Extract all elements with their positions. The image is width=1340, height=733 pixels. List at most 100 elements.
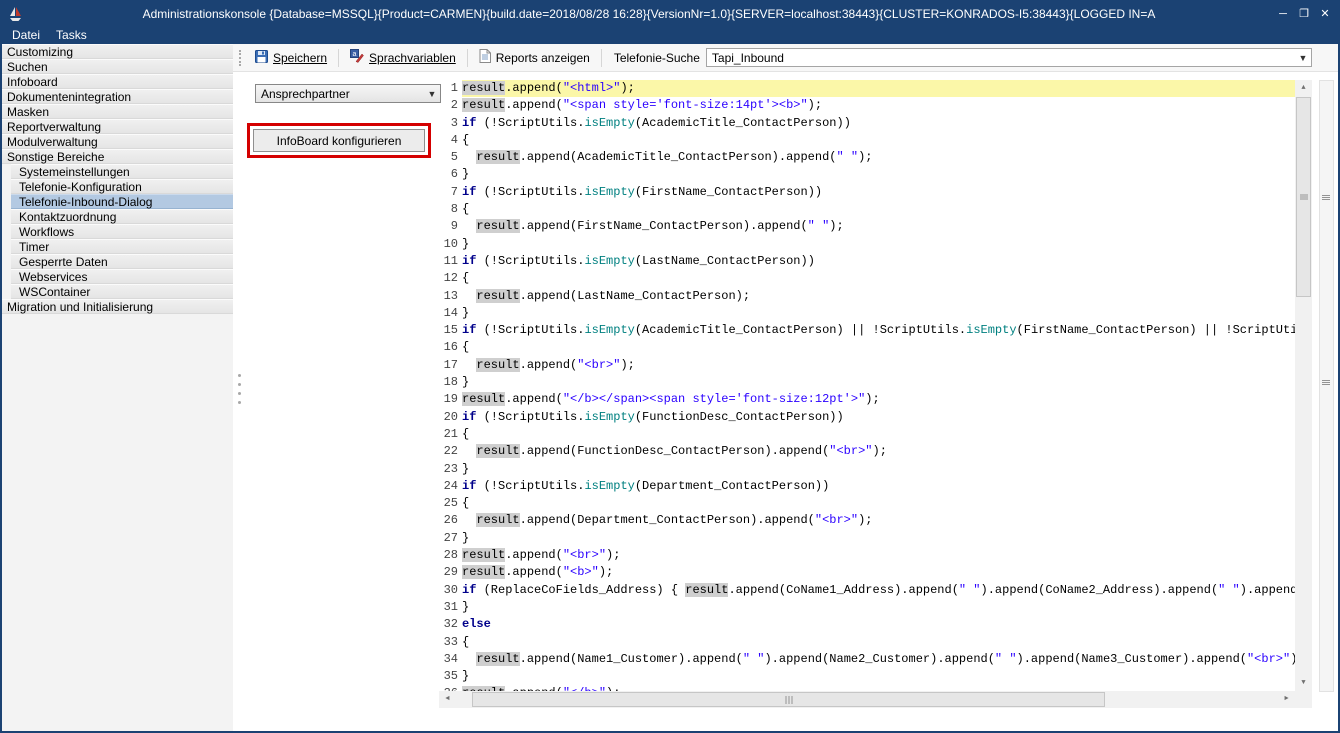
sidebar-item-systemeinstellungen[interactable]: Systemeinstellungen [11, 164, 233, 179]
code-line-35[interactable]: } [462, 668, 1295, 685]
sidebar-item-wscontainer[interactable]: WSContainer [11, 284, 233, 299]
line-number: 34 [439, 651, 458, 668]
code-line-32[interactable]: else [462, 616, 1295, 633]
code-line-10[interactable]: } [462, 236, 1295, 253]
toolbar-separator [601, 49, 602, 67]
vertical-scrollbar-thumb[interactable] [1296, 97, 1311, 297]
code-line-30[interactable]: if (ReplaceCoFields_Address) { result.ap… [462, 582, 1295, 599]
telefonie-suche-label: Telefonie-Suche [614, 51, 700, 65]
ansprechpartner-combobox[interactable]: Ansprechpartner ▼ [255, 84, 441, 103]
chevron-down-icon[interactable]: ▼ [1295, 53, 1311, 63]
code-line-19[interactable]: result.append("</b></span><span style='f… [462, 391, 1295, 408]
splitter-handle[interactable] [237, 374, 242, 412]
scrollbar-grip-icon [1322, 380, 1330, 385]
scrollbar-grip-icon [1322, 195, 1330, 200]
sidebar-item-sonstige-bereiche[interactable]: Sonstige Bereiche [2, 149, 233, 164]
code-line-23[interactable]: } [462, 461, 1295, 478]
menu-tasks[interactable]: Tasks [56, 28, 87, 42]
code-line-2[interactable]: result.append("<span style='font-size:14… [462, 97, 1295, 114]
scrollbar-corner [1295, 691, 1312, 708]
line-number: 13 [439, 288, 458, 305]
line-number: 14 [439, 305, 458, 322]
line-number: 7 [439, 184, 458, 201]
line-number: 22 [439, 443, 458, 460]
code-line-18[interactable]: } [462, 374, 1295, 391]
code-line-20[interactable]: if (!ScriptUtils.isEmpty(FunctionDesc_Co… [462, 409, 1295, 426]
sidebar-item-dokumentenintegration[interactable]: Dokumentenintegration [2, 89, 233, 104]
code-area[interactable]: result.append("<html>");result.append("<… [462, 80, 1295, 691]
code-line-27[interactable]: } [462, 530, 1295, 547]
code-line-28[interactable]: result.append("<br>"); [462, 547, 1295, 564]
sidebar-item-workflows[interactable]: Workflows [11, 224, 233, 239]
panel-vertical-scrollbar[interactable] [1319, 80, 1334, 692]
sidebar-item-migration-und-initialisierung[interactable]: Migration und Initialisierung [2, 299, 233, 314]
code-line-21[interactable]: { [462, 426, 1295, 443]
scroll-up-arrow-icon[interactable]: ▲ [1295, 80, 1312, 96]
code-line-7[interactable]: if (!ScriptUtils.isEmpty(FirstName_Conta… [462, 184, 1295, 201]
code-line-22[interactable]: result.append(FunctionDesc_ContactPerson… [462, 443, 1295, 460]
line-number: 24 [439, 478, 458, 495]
line-number: 31 [439, 599, 458, 616]
close-button[interactable]: ✕ [1316, 5, 1334, 23]
line-number: 20 [439, 409, 458, 426]
code-line-31[interactable]: } [462, 599, 1295, 616]
app-logo-icon [6, 6, 24, 22]
reports-anzeigen-button[interactable]: Reports anzeigen [472, 46, 597, 69]
code-line-1[interactable]: result.append("<html>"); [462, 80, 1295, 97]
sidebar-item-suchen[interactable]: Suchen [2, 59, 233, 74]
sidebar-item-infoboard[interactable]: Infoboard [2, 74, 233, 89]
line-number-gutter: 1234567891011121314151617181920212223242… [439, 80, 462, 691]
infoboard-konfigurieren-button[interactable]: InfoBoard konfigurieren [253, 129, 425, 152]
code-line-29[interactable]: result.append("<b>"); [462, 564, 1295, 581]
sidebar-item-masken[interactable]: Masken [2, 104, 233, 119]
chevron-down-icon[interactable]: ▼ [424, 89, 440, 99]
line-number: 23 [439, 461, 458, 478]
sidebar-item-gesperrte-daten[interactable]: Gesperrte Daten [11, 254, 233, 269]
sidebar-item-timer[interactable]: Timer [11, 239, 233, 254]
code-line-11[interactable]: if (!ScriptUtils.isEmpty(LastName_Contac… [462, 253, 1295, 270]
sidebar-item-telefonie-inbound-dialog[interactable]: Telefonie-Inbound-Dialog [11, 194, 233, 209]
minimize-button[interactable]: ─ [1274, 5, 1292, 23]
code-line-16[interactable]: { [462, 339, 1295, 356]
code-line-8[interactable]: { [462, 201, 1295, 218]
editor-vertical-scrollbar[interactable]: ▲ ▼ [1295, 80, 1312, 691]
code-line-12[interactable]: { [462, 270, 1295, 287]
sidebar-item-kontaktzuordnung[interactable]: Kontaktzuordnung [11, 209, 233, 224]
code-line-34[interactable]: result.append(Name1_Customer).append(" "… [462, 651, 1295, 668]
code-line-4[interactable]: { [462, 132, 1295, 149]
scroll-left-arrow-icon[interactable]: ◄ [439, 691, 456, 707]
sidebar-item-reportverwaltung[interactable]: Reportverwaltung [2, 119, 233, 134]
sidebar-item-modulverwaltung[interactable]: Modulverwaltung [2, 134, 233, 149]
editor-viewport: 1234567891011121314151617181920212223242… [439, 80, 1312, 691]
code-line-26[interactable]: result.append(Department_ContactPerson).… [462, 512, 1295, 529]
sprachvariablen-button[interactable]: a Sprachvariablen [343, 46, 463, 69]
scroll-right-arrow-icon[interactable]: ► [1278, 691, 1295, 707]
sidebar-list: CustomizingSuchenInfoboardDokumenteninte… [2, 44, 233, 314]
code-line-5[interactable]: result.append(AcademicTitle_ContactPerso… [462, 149, 1295, 166]
code-line-25[interactable]: { [462, 495, 1295, 512]
line-number: 4 [439, 132, 458, 149]
code-line-33[interactable]: { [462, 634, 1295, 651]
menu-datei[interactable]: Datei [12, 28, 40, 42]
sidebar-item-webservices[interactable]: Webservices [11, 269, 233, 284]
code-line-9[interactable]: result.append(FirstName_ContactPerson).a… [462, 218, 1295, 235]
telefonie-suche-combobox[interactable]: Tapi_Inbound ▼ [706, 48, 1312, 67]
code-line-3[interactable]: if (!ScriptUtils.isEmpty(AcademicTitle_C… [462, 115, 1295, 132]
code-line-14[interactable]: } [462, 305, 1295, 322]
editor-horizontal-scrollbar[interactable]: ◄ ► [439, 691, 1295, 708]
code-line-6[interactable]: } [462, 166, 1295, 183]
code-line-24[interactable]: if (!ScriptUtils.isEmpty(Department_Cont… [462, 478, 1295, 495]
horizontal-scrollbar-thumb[interactable] [472, 692, 1105, 707]
sidebar-item-telefonie-konfiguration[interactable]: Telefonie-Konfiguration [11, 179, 233, 194]
code-line-15[interactable]: if (!ScriptUtils.isEmpty(AcademicTitle_C… [462, 322, 1295, 339]
save-button[interactable]: Speichern [248, 47, 334, 69]
code-line-17[interactable]: result.append("<br>"); [462, 357, 1295, 374]
line-number: 8 [439, 201, 458, 218]
line-number: 15 [439, 322, 458, 339]
sidebar-item-customizing[interactable]: Customizing [2, 44, 233, 59]
code-line-13[interactable]: result.append(LastName_ContactPerson); [462, 288, 1295, 305]
code-editor: 1234567891011121314151617181920212223242… [439, 80, 1312, 708]
maximize-button[interactable]: ❐ [1295, 5, 1313, 23]
scroll-down-arrow-icon[interactable]: ▼ [1295, 675, 1312, 691]
line-number: 9 [439, 218, 458, 235]
